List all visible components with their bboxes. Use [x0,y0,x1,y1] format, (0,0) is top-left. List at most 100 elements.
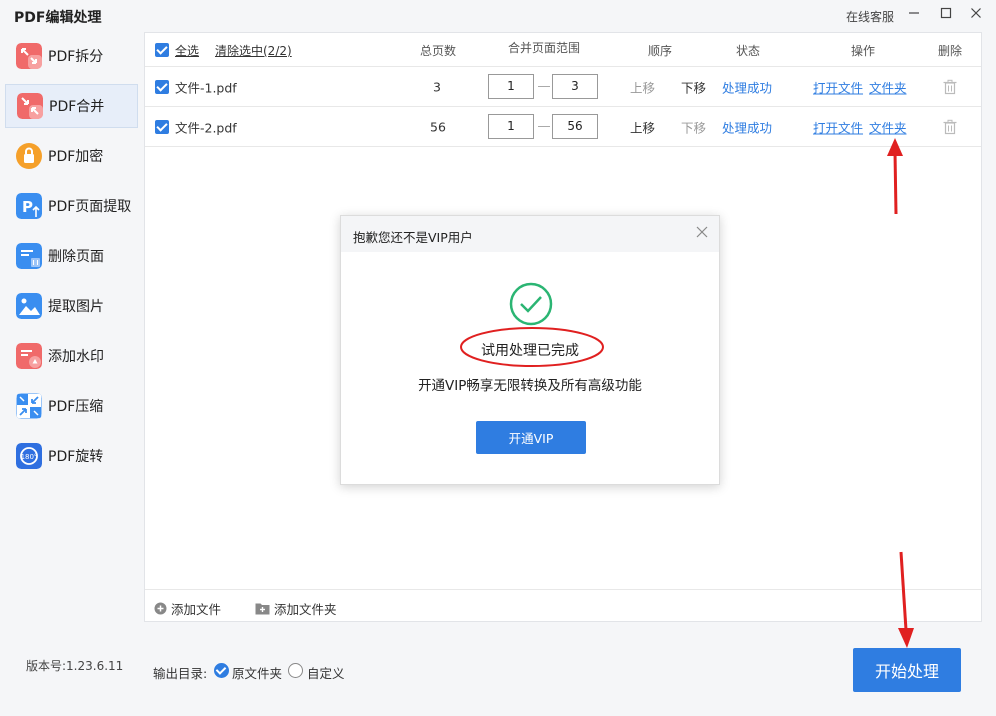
total-pages: 3 [433,79,441,94]
add-folder-icon [255,603,270,615]
range-from-input[interactable]: 1 [488,74,534,99]
row-checkbox[interactable] [155,79,169,94]
panel-footer: 添加文件 添加文件夹 [145,589,981,621]
select-all-checkbox[interactable] [155,43,169,57]
range-to-input[interactable]: 56 [552,114,598,139]
close-icon [696,226,708,238]
sidebar-item-delete-pages[interactable]: 删除页面 [5,234,138,278]
open-file-link[interactable]: 打开文件 [813,77,863,96]
sidebar-item-rotate[interactable]: 180° PDF旋转 [5,434,138,478]
sidebar-item-label: 添加水印 [48,349,104,365]
sidebar-item-label: 删除页面 [48,249,104,265]
close-icon [971,8,981,18]
watermark-icon [16,343,42,369]
start-process-button[interactable]: 开始处理 [853,648,961,692]
file-name: 文件-2.pdf [175,120,237,135]
select-all-link[interactable]: 全选 [175,42,199,59]
range-dash [538,126,550,127]
clear-selection-link[interactable]: 清除选中(2/2) [215,42,292,59]
svg-text:P: P [22,198,33,216]
add-folder-button[interactable]: 添加文件夹 [255,599,337,618]
table-row: 文件-1.pdf 3 1 3 上移 下移 处理成功 打开文件 文件夹 [145,67,981,107]
version-label: 版本号:1.23.6.11 [26,659,124,673]
status-label: 处理成功 [722,80,773,95]
online-support-link[interactable]: 在线客服 [846,8,894,25]
maximize-icon [940,7,952,19]
success-check-icon [509,282,553,326]
column-status: 状态 [736,44,761,58]
radio-custom-folder-label[interactable]: 自定义 [307,663,345,682]
sidebar-item-label: PDF旋转 [48,449,104,465]
dialog-close-button[interactable] [693,224,711,242]
sidebar-item-label: PDF拆分 [48,49,104,65]
pdf-split-icon [16,43,42,69]
sidebar-item-merge[interactable]: PDF合并 [5,84,138,128]
add-file-button[interactable]: 添加文件 [154,599,221,618]
rotate-icon: 180° [16,443,42,469]
annotation-ellipse [460,327,604,367]
add-folder-label: 添加文件夹 [274,602,337,617]
open-folder-link[interactable]: 文件夹 [869,77,907,96]
sidebar-item-label: PDF页面提取 [48,199,132,215]
file-name: 文件-1.pdf [175,80,237,95]
page-extract-icon: P [16,193,42,219]
open-file-link[interactable]: 打开文件 [813,117,863,136]
move-down-button[interactable]: 下移 [681,117,706,136]
sidebar-item-extract-images[interactable]: 提取图片 [5,284,138,328]
compress-icon [16,393,42,419]
status-label: 处理成功 [722,120,773,135]
table-header: 全选 清除选中(2/2) 总页数 合并页面范围 顺序 状态 操作 删除 [145,33,981,67]
minimize-icon [909,12,919,14]
image-icon [16,293,42,319]
add-circle-icon [154,602,167,615]
minimize-button[interactable] [902,4,926,26]
dialog-subtext: 开通VIP畅享无限转换及所有高级功能 [418,378,642,394]
annotation-arrow-up [887,138,903,215]
clear-selection-text: 清除选中(2/2) [215,44,292,58]
lock-icon [16,143,42,169]
range-to-input[interactable]: 3 [552,74,598,99]
move-up-button[interactable]: 上移 [630,117,655,136]
radio-custom-folder[interactable] [288,663,303,678]
move-up-button[interactable]: 上移 [630,77,655,96]
total-pages: 56 [430,119,446,134]
sidebar-item-encrypt[interactable]: PDF加密 [5,134,138,178]
row-checkbox[interactable] [155,119,169,134]
sidebar-item-watermark[interactable]: 添加水印 [5,334,138,378]
column-order: 顺序 [648,44,673,58]
sidebar-item-split[interactable]: PDF拆分 [5,34,138,78]
column-total-pages: 总页数 [420,44,457,58]
vip-dialog: 抱歉您还不是VIP用户 试用处理已完成 开通VIP畅享无限转换及所有高级功能 开… [340,215,720,485]
sidebar-item-compress[interactable]: PDF压缩 [5,384,138,428]
add-file-label: 添加文件 [171,602,222,617]
annotation-arrow-down [898,551,914,648]
column-merge-range: 合并页面范围 [508,41,581,55]
dialog-header: 抱歉您还不是VIP用户 [341,216,719,252]
sidebar-item-label: PDF加密 [48,149,104,165]
maximize-button[interactable] [934,4,958,26]
column-action: 操作 [851,44,876,58]
delete-page-icon [16,243,42,269]
open-vip-button[interactable]: 开通VIP [476,421,586,454]
sidebar-item-label: PDF压缩 [48,399,104,415]
close-window-button[interactable] [964,4,988,26]
move-down-button[interactable]: 下移 [681,77,706,96]
table-row: 文件-2.pdf 56 1 56 上移 下移 处理成功 打开文件 文件夹 [145,107,981,147]
trash-icon[interactable] [943,79,957,94]
radio-original-folder[interactable] [214,663,229,678]
range-dash [538,86,550,87]
output-directory-label: 输出目录: [153,666,208,681]
radio-original-folder-label[interactable]: 原文件夹 [232,663,282,682]
dialog-title: 抱歉您还不是VIP用户 [353,230,473,245]
sidebar-item-extract-pages[interactable]: P PDF页面提取 [5,184,138,228]
sidebar-item-label: PDF合并 [49,99,105,115]
pdf-merge-icon [17,93,43,119]
svg-text:180°: 180° [21,453,38,461]
range-from-input[interactable]: 1 [488,114,534,139]
trash-icon[interactable] [943,119,957,134]
app-title: PDF编辑处理 [14,10,102,26]
sidebar: PDF拆分 PDF合并 PDF加密 P PDF页面提取 删除页面 提取图片 添加… [0,32,142,716]
title-bar: PDF编辑处理 在线客服 [0,0,996,32]
sidebar-item-label: 提取图片 [48,299,104,315]
column-delete: 删除 [938,44,963,58]
